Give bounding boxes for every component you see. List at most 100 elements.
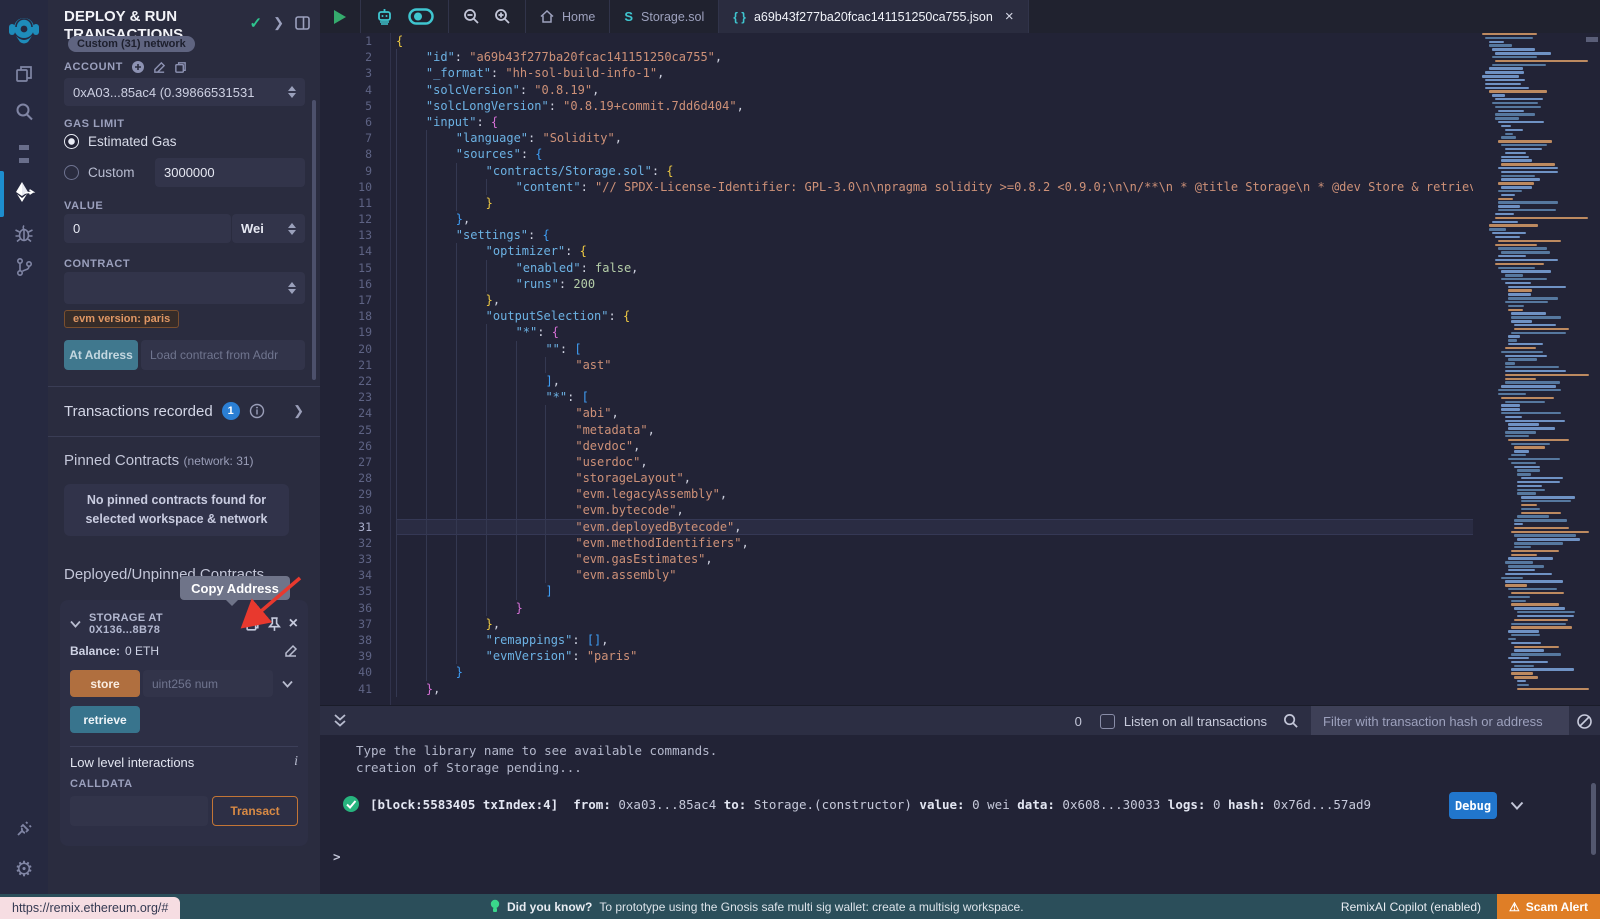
debugger-icon[interactable] bbox=[0, 216, 48, 250]
code-line[interactable]: "input": { bbox=[396, 114, 1473, 130]
terminal[interactable]: Type the library name to see available c… bbox=[320, 735, 1600, 894]
code-line[interactable]: "solcVersion": "0.8.19", bbox=[396, 82, 1473, 98]
code-line[interactable]: }, bbox=[396, 211, 1473, 227]
remix-logo-icon[interactable] bbox=[0, 10, 48, 50]
store-arg-input[interactable]: uint256 num bbox=[143, 670, 273, 697]
at-address-input[interactable]: Load contract from Addr bbox=[141, 340, 305, 370]
zoom-in-icon[interactable] bbox=[494, 8, 511, 25]
store-button[interactable]: store bbox=[70, 670, 140, 697]
account-select[interactable]: 0xA03...85ac4 (0.39866531531 bbox=[64, 78, 305, 106]
code-editor[interactable]: 1234567891011121314151617181920212223242… bbox=[320, 33, 1600, 705]
custom-gas-radio[interactable] bbox=[64, 165, 79, 180]
tx-recorded-expand-icon[interactable]: ❯ bbox=[293, 403, 304, 419]
code-line[interactable]: "contracts/Storage.sol": { bbox=[396, 163, 1473, 179]
transact-button[interactable]: Transact bbox=[212, 796, 298, 826]
panel-pin-view-icon[interactable] bbox=[295, 16, 310, 30]
close-tab-icon[interactable]: × bbox=[1005, 8, 1014, 25]
git-icon[interactable] bbox=[0, 250, 48, 284]
code-line[interactable]: "outputSelection": { bbox=[396, 308, 1473, 324]
ai-assistant-icon[interactable] bbox=[375, 7, 394, 26]
code-line[interactable]: }, bbox=[396, 292, 1473, 308]
code-line[interactable]: "optimizer": { bbox=[396, 243, 1473, 259]
calldata-input[interactable] bbox=[70, 796, 208, 826]
code-line[interactable]: "metadata", bbox=[396, 422, 1473, 438]
deploy-run-icon[interactable] bbox=[0, 175, 48, 209]
lowlevel-info-icon[interactable]: i bbox=[294, 754, 298, 770]
code-line[interactable]: "content": "// SPDX-License-Identifier: … bbox=[396, 179, 1473, 195]
plugin-manager-icon[interactable] bbox=[0, 812, 48, 846]
code-line[interactable]: "evm.gasEstimates", bbox=[396, 551, 1473, 567]
code-line[interactable]: "evm.deployedBytecode", bbox=[396, 519, 1473, 535]
tx-expand-icon[interactable] bbox=[1510, 801, 1524, 811]
editor-minimap[interactable] bbox=[1473, 33, 1590, 705]
value-input[interactable]: 0 bbox=[64, 214, 231, 243]
code-line[interactable]: "enabled": false, bbox=[396, 260, 1473, 276]
code-line[interactable]: "settings": { bbox=[396, 227, 1473, 243]
clear-console-icon[interactable] bbox=[1576, 713, 1593, 730]
code-line[interactable]: "storageLayout", bbox=[396, 470, 1473, 486]
code-line[interactable]: ], bbox=[396, 373, 1473, 389]
code-line[interactable]: "evm.bytecode", bbox=[396, 502, 1473, 518]
debug-button[interactable]: Debug bbox=[1449, 792, 1497, 819]
code-line[interactable]: "_format": "hh-sol-build-info-1", bbox=[396, 65, 1473, 81]
retrieve-button[interactable]: retrieve bbox=[70, 706, 140, 733]
sign-message-icon[interactable] bbox=[153, 61, 166, 74]
search-icon[interactable] bbox=[0, 95, 48, 129]
tab-home[interactable]: Home bbox=[526, 0, 610, 33]
tab-storage-sol[interactable]: S Storage.sol bbox=[610, 0, 719, 33]
info-icon[interactable] bbox=[249, 403, 265, 419]
code-line[interactable]: "devdoc", bbox=[396, 438, 1473, 454]
terminal-scrollbar[interactable] bbox=[1591, 783, 1596, 855]
code-line[interactable]: "language": "Solidity", bbox=[396, 130, 1473, 146]
code-line[interactable]: }, bbox=[396, 616, 1473, 632]
code-line[interactable]: } bbox=[396, 195, 1473, 211]
code-line[interactable]: "*": [ bbox=[396, 389, 1473, 405]
code-line[interactable]: "solcLongVersion": "0.8.19+commit.7dd6d4… bbox=[396, 98, 1473, 114]
editor-scrollbar-thumb[interactable] bbox=[1586, 37, 1598, 42]
panel-expand-icon[interactable]: ❯ bbox=[273, 15, 284, 31]
code-line[interactable]: "abi", bbox=[396, 405, 1473, 421]
expand-store-icon[interactable] bbox=[282, 680, 293, 688]
tab-build-info-json[interactable]: { } a69b43f277ba20fcac141151250ca755.jso… bbox=[719, 0, 1028, 33]
custom-gas-input[interactable]: 3000000 bbox=[155, 158, 305, 187]
code-line[interactable]: "id": "a69b43f277ba20fcac141151250ca755"… bbox=[396, 49, 1473, 65]
settings-gear-icon[interactable]: ⚙ bbox=[0, 852, 48, 886]
panel-scrollbar[interactable] bbox=[312, 100, 316, 380]
solidity-compiler-icon[interactable] bbox=[0, 137, 48, 171]
listen-all-checkbox[interactable] bbox=[1100, 714, 1115, 729]
copilot-status[interactable]: RemixAI Copilot (enabled) bbox=[1341, 900, 1481, 914]
code-line[interactable]: "evm.assembly" bbox=[396, 567, 1473, 583]
zoom-out-icon[interactable] bbox=[463, 8, 480, 25]
code-line[interactable]: "evmVersion": "paris" bbox=[396, 648, 1473, 664]
collapse-instance-icon[interactable] bbox=[70, 620, 81, 628]
estimated-gas-radio[interactable] bbox=[64, 134, 79, 149]
copy-account-icon[interactable] bbox=[174, 61, 187, 74]
run-script-icon[interactable] bbox=[334, 10, 346, 24]
edit-balance-icon[interactable] bbox=[284, 644, 298, 658]
code-line[interactable]: ] bbox=[396, 583, 1473, 599]
copilot-toggle[interactable] bbox=[408, 8, 434, 25]
code-line[interactable]: "remappings": [], bbox=[396, 632, 1473, 648]
file-explorer-icon[interactable] bbox=[0, 57, 48, 91]
code-line[interactable]: } bbox=[396, 664, 1473, 680]
transaction-log[interactable]: [block:5583405 txIndex:4] from: 0xa03...… bbox=[370, 797, 1371, 812]
code-line[interactable]: { bbox=[396, 33, 1473, 49]
code-line[interactable]: "sources": { bbox=[396, 146, 1473, 162]
terminal-prompt[interactable]: > bbox=[333, 849, 341, 864]
code-line[interactable]: } bbox=[396, 600, 1473, 616]
terminal-search-icon[interactable] bbox=[1283, 713, 1299, 729]
code-line[interactable]: "": [ bbox=[396, 341, 1473, 357]
code-line[interactable]: "userdoc", bbox=[396, 454, 1473, 470]
code-line[interactable]: "evm.methodIdentifiers", bbox=[396, 535, 1473, 551]
add-account-icon[interactable] bbox=[131, 60, 145, 74]
code-line[interactable]: "*": { bbox=[396, 324, 1473, 340]
code-line[interactable]: }, bbox=[396, 681, 1473, 697]
code-line[interactable]: "runs": 200 bbox=[396, 276, 1473, 292]
terminal-filter-input[interactable]: Filter with transaction hash or address bbox=[1311, 706, 1569, 736]
code-line[interactable]: "ast" bbox=[396, 357, 1473, 373]
at-address-button[interactable]: At Address bbox=[64, 340, 138, 370]
code-line[interactable]: "evm.legacyAssembly", bbox=[396, 486, 1473, 502]
terminal-collapse-icon[interactable] bbox=[333, 713, 347, 729]
scam-alert-button[interactable]: ⚠ Scam Alert bbox=[1497, 894, 1600, 919]
contract-select[interactable] bbox=[64, 272, 305, 304]
